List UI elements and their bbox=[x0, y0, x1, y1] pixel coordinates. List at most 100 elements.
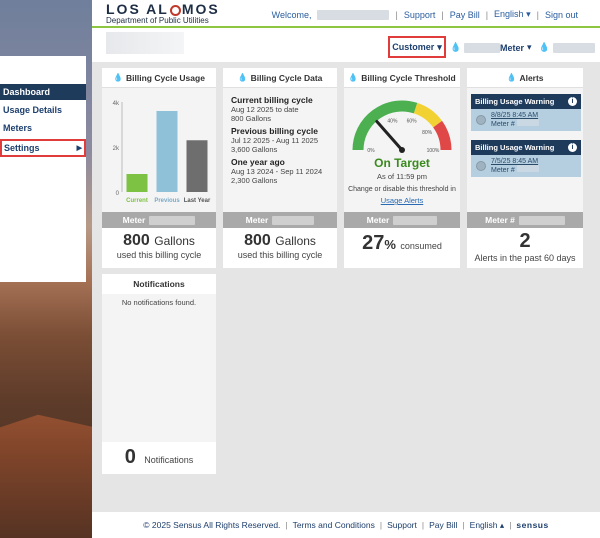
y-tick-label: 2k bbox=[113, 146, 120, 152]
alert-meter: Meter # bbox=[491, 121, 515, 128]
y-tick-label: 4k bbox=[113, 101, 120, 107]
sidebar-item-dashboard[interactable]: Dashboard bbox=[0, 84, 86, 100]
brand-logo[interactable]: LOS AL MOS Department of Public Utilities bbox=[106, 1, 220, 26]
current-cycle-range: Aug 12 2025 to date bbox=[231, 105, 299, 114]
alerts-card: 💧 Alerts Billing Usage Warning i 8/8/25 8… bbox=[467, 68, 583, 268]
meter-id-redacted bbox=[393, 215, 438, 225]
copyright: © 2025 Sensus All Rights Reserved. bbox=[143, 520, 281, 530]
sidebar-item-settings[interactable]: Settings ▶ bbox=[0, 139, 86, 157]
percent-consumed: 27 bbox=[362, 232, 385, 254]
customer-dropdown[interactable]: Customer ▾ bbox=[388, 36, 446, 58]
sign-out-link[interactable]: Sign out bbox=[545, 10, 578, 20]
meter-dropdown[interactable]: Meter ▾ 💧 bbox=[500, 42, 595, 53]
card-header: Notifications bbox=[102, 274, 216, 294]
threshold-gauge-area: 0% 40% 60% 80% 100% On Target As of 11:59 pm… bbox=[344, 88, 460, 212]
notifications-list: No notifications found. bbox=[102, 294, 216, 442]
sidebar-item-meters[interactable]: Meters bbox=[3, 123, 32, 133]
language-dropdown[interactable]: English ▴ bbox=[470, 520, 505, 531]
water-drop-icon: 💧 bbox=[538, 42, 550, 52]
meter-label: Meter bbox=[122, 215, 146, 225]
brand-subtitle: Department of Public Utilities bbox=[106, 16, 209, 25]
threshold-as-of: As of 11:59 pm bbox=[377, 172, 427, 181]
sensus-logo[interactable]: sensus bbox=[516, 520, 548, 530]
customer-value: 💧 bbox=[450, 42, 501, 53]
threshold-change-text: Change or disable this threshold in bbox=[348, 186, 456, 193]
alert-item[interactable]: Billing Usage Warning i 7/5/25 8:45 AM Met… bbox=[471, 140, 581, 177]
alert-time-link[interactable]: 7/5/25 8:45 AM bbox=[491, 158, 538, 165]
meter-id-redacted bbox=[272, 215, 315, 225]
notifications-card: Notifications No notifications found. 0 … bbox=[102, 274, 216, 474]
water-drop-icon: 💧 bbox=[450, 42, 462, 52]
gauge-tick-label: 80% bbox=[422, 130, 433, 136]
language-label: English bbox=[494, 9, 524, 19]
usage-unit: Gallons bbox=[154, 234, 195, 248]
customer-id-redacted bbox=[464, 42, 501, 53]
water-drop-icon: 💧 bbox=[348, 73, 359, 82]
gauge-green-segment bbox=[352, 100, 418, 151]
account-bar: Customer ▾ 💧 Meter ▾ 💧 bbox=[92, 28, 600, 62]
previous-cycle-value: 3,600 Gallons bbox=[231, 145, 278, 154]
support-link[interactable]: Support bbox=[404, 10, 436, 20]
meter-id-redacted bbox=[149, 215, 196, 225]
meter-label: Meter # bbox=[485, 215, 515, 225]
support-link[interactable]: Support bbox=[387, 520, 417, 530]
alert-title: Billing Usage Warning bbox=[475, 143, 555, 152]
sidebar-item-usage-details[interactable]: Usage Details bbox=[3, 105, 62, 115]
gauge-yellow-segment bbox=[413, 102, 443, 128]
usage-amount: 800 bbox=[123, 232, 150, 249]
gauge-hub bbox=[399, 147, 405, 153]
background-mesa bbox=[0, 414, 95, 538]
seal-icon bbox=[169, 4, 181, 16]
card-header: 💧 Billing Cycle Data bbox=[223, 68, 337, 88]
language-dropdown[interactable]: English ▾ bbox=[494, 9, 531, 20]
current-cycle-value: 800 Gallons bbox=[231, 114, 272, 123]
brand-name-part2: MOS bbox=[181, 1, 220, 17]
terms-link[interactable]: Terms and Conditions bbox=[293, 520, 375, 530]
meter-bar: Meter # bbox=[467, 212, 583, 228]
alert-meter-icon bbox=[476, 161, 486, 171]
sidebar-item-label: Dashboard bbox=[3, 87, 51, 97]
gauge-tick-label: 40% bbox=[387, 119, 398, 125]
gauge-tick-label: 60% bbox=[407, 119, 418, 125]
caret-up-icon: ▴ bbox=[499, 519, 505, 530]
notifications-caption: Notifications bbox=[144, 455, 194, 465]
card-title: Alerts bbox=[519, 72, 544, 83]
meter-id-redacted bbox=[516, 165, 539, 172]
meter-id-redacted bbox=[552, 42, 595, 53]
water-drop-icon: 💧 bbox=[506, 73, 517, 82]
brand-name-part1: LOS AL bbox=[106, 1, 169, 17]
threshold-summary: 27% consumed bbox=[344, 232, 460, 255]
current-cycle-label: Current billing cycle bbox=[231, 95, 313, 105]
bar-previous bbox=[156, 111, 178, 192]
card-title: Notifications bbox=[133, 279, 185, 289]
alerts-count: 2 bbox=[519, 230, 531, 252]
usage-alerts-link[interactable]: Usage Alerts bbox=[344, 196, 460, 205]
account-info-redacted bbox=[106, 32, 184, 54]
info-icon[interactable]: i bbox=[568, 97, 577, 106]
gauge-tick-label: 100% bbox=[427, 148, 440, 154]
pay-bill-link[interactable]: Pay Bill bbox=[429, 520, 457, 530]
alert-meter: Meter # bbox=[491, 167, 515, 174]
y-tick-label: 0 bbox=[116, 191, 120, 197]
triangle-right-icon: ▶ bbox=[76, 145, 82, 152]
alert-time-link[interactable]: 8/8/25 8:45 AM bbox=[491, 112, 538, 119]
usage-bar-chart: 0 2k 4k Current Previous Last Year bbox=[113, 101, 211, 204]
meter-id-redacted bbox=[516, 119, 539, 126]
alert-title: Billing Usage Warning bbox=[475, 97, 555, 106]
user-name-redacted bbox=[317, 9, 390, 20]
billing-cycle-threshold-card: 💧 Billing Cycle Threshold 0% 40% 60% 80% 100… bbox=[344, 68, 460, 268]
meter-label: Meter bbox=[500, 42, 525, 53]
notifications-summary: 0 Notifications bbox=[102, 446, 216, 469]
alert-item[interactable]: Billing Usage Warning i 8/8/25 8:45 AM Met… bbox=[471, 94, 581, 131]
sidebar-item-label: Settings bbox=[4, 143, 40, 153]
meter-bar: Meter bbox=[344, 212, 460, 228]
alerts-caption: Alerts in the past 60 days bbox=[474, 253, 576, 263]
language-label: English bbox=[469, 519, 498, 530]
caret-down-icon: ▾ bbox=[526, 9, 531, 19]
info-icon[interactable]: i bbox=[568, 143, 577, 152]
billing-cycle-usage-card: 💧 Billing Cycle Usage 0 2k 4k Current Previo… bbox=[102, 68, 216, 268]
meter-bar: Meter bbox=[223, 212, 337, 228]
meter-bar: Meter bbox=[102, 212, 216, 228]
bar-last-year bbox=[186, 140, 208, 192]
pay-bill-link[interactable]: Pay Bill bbox=[450, 10, 480, 20]
